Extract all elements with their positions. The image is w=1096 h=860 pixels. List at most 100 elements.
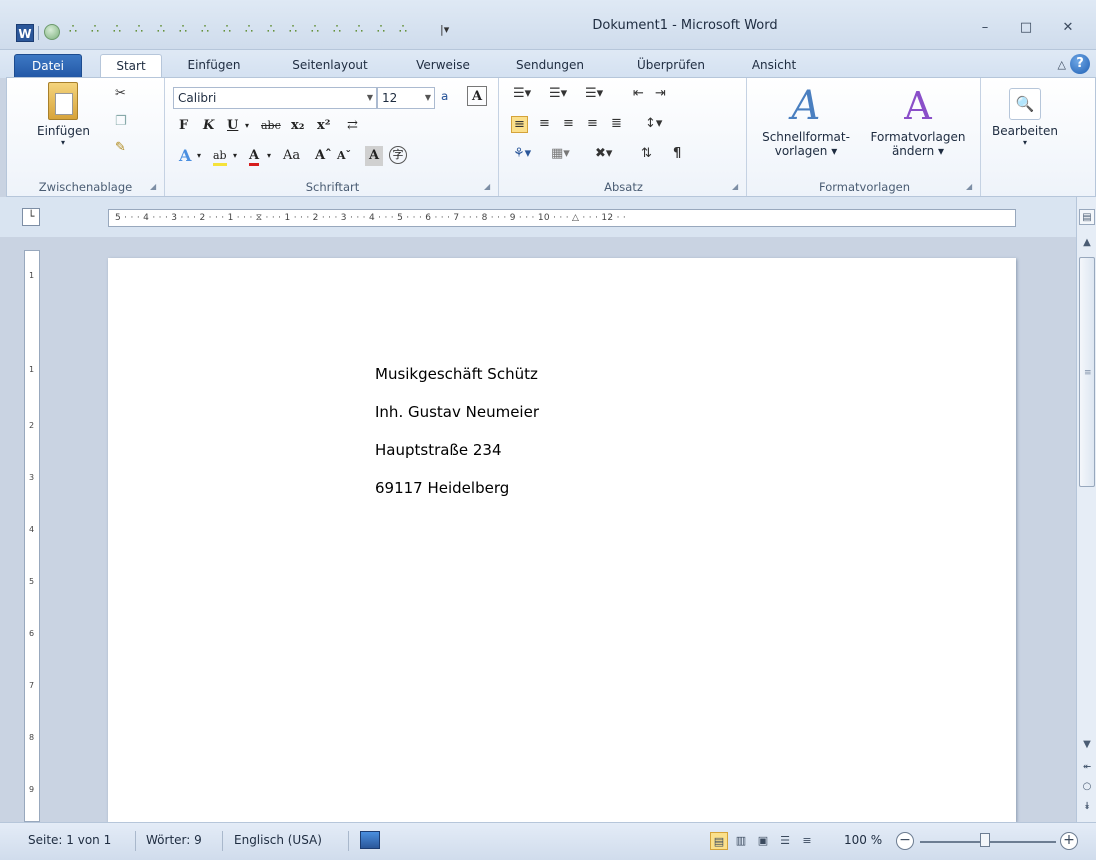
- line-spacing-icon[interactable]: ↕▾: [645, 116, 662, 131]
- superscript-button[interactable]: x²: [317, 116, 330, 136]
- tab-start[interactable]: Start: [100, 54, 162, 78]
- qat-tree-icon[interactable]: ∴: [394, 20, 412, 40]
- maximize-button[interactable]: □: [1014, 18, 1038, 38]
- zoom-slider-thumb[interactable]: [980, 833, 990, 847]
- align-right-icon[interactable]: ≡: [563, 116, 574, 131]
- chevron-down-icon[interactable]: ▾: [245, 116, 249, 136]
- qat-tree-icon[interactable]: ∴: [306, 20, 324, 40]
- vertical-scrollbar[interactable]: ▤ ▲ ≡ ▼ ⯬ ○ ⯯: [1076, 197, 1096, 822]
- full-screen-reading-icon[interactable]: ▥: [732, 832, 750, 850]
- strikethrough-button[interactable]: abc: [261, 116, 281, 136]
- next-page-icon[interactable]: ⯯: [1079, 799, 1095, 815]
- dialog-launcher-icon[interactable]: ◢: [484, 182, 494, 192]
- address-line[interactable]: Hauptstraße 234: [375, 441, 502, 459]
- ribbon-minimize-icon[interactable]: △: [1058, 58, 1066, 71]
- web-layout-icon[interactable]: ▣: [754, 832, 772, 850]
- print-layout-icon[interactable]: ▤: [710, 832, 728, 850]
- cut-icon[interactable]: ✂: [115, 86, 126, 101]
- font-name-dropdown[interactable]: Calibri ▼: [173, 87, 377, 109]
- scroll-thumb[interactable]: ≡: [1079, 257, 1095, 487]
- clear-format-icon[interactable]: A: [467, 86, 487, 106]
- show-formatting-icon[interactable]: ¶: [673, 146, 681, 161]
- draft-icon[interactable]: ≡: [798, 832, 816, 850]
- highlight-icon[interactable]: ab: [213, 146, 227, 166]
- chevron-down-icon[interactable]: ▾: [197, 146, 201, 166]
- qat-tree-icon[interactable]: ∴: [240, 20, 258, 40]
- qat-save-icon[interactable]: [44, 24, 60, 40]
- address-line[interactable]: Inh. Gustav Neumeier: [375, 403, 539, 421]
- bold-button[interactable]: F: [179, 116, 188, 136]
- browse-object-icon[interactable]: ○: [1079, 779, 1095, 795]
- document-page[interactable]: Musikgeschäft Schütz Inh. Gustav Neumeie…: [108, 258, 1016, 822]
- dialog-launcher-icon[interactable]: ◢: [150, 182, 160, 192]
- dialog-launcher-icon[interactable]: ◢: [732, 182, 742, 192]
- asian-layout-icon[interactable]: ✖▾: [595, 146, 612, 161]
- enclose-characters-icon[interactable]: 字: [389, 146, 407, 164]
- help-icon[interactable]: ?: [1070, 54, 1090, 74]
- borders-icon[interactable]: ▦▾: [551, 146, 570, 161]
- tab-insert[interactable]: Einfügen: [178, 54, 250, 78]
- format-painter-icon[interactable]: ✎: [115, 140, 126, 155]
- outline-icon[interactable]: ☰: [776, 832, 794, 850]
- numbering-icon[interactable]: ☰▾: [549, 86, 567, 101]
- tab-references[interactable]: Verweise: [404, 54, 482, 78]
- tab-selector[interactable]: └: [22, 208, 40, 226]
- decrease-indent-icon[interactable]: ⇤: [633, 86, 644, 101]
- qat-tree-icon[interactable]: ∴: [152, 20, 170, 40]
- copy-icon[interactable]: ❐: [115, 114, 127, 129]
- distribute-icon[interactable]: ≣: [611, 116, 622, 131]
- qat-tree-icon[interactable]: ∴: [328, 20, 346, 40]
- scroll-up-icon[interactable]: ▲: [1079, 235, 1095, 251]
- font-size-dropdown[interactable]: 12 ▼: [377, 87, 435, 109]
- text-effects-icon[interactable]: A: [179, 146, 191, 166]
- bullets-icon[interactable]: ☰▾: [513, 86, 531, 101]
- zoom-level[interactable]: 100 %: [844, 833, 882, 847]
- change-case-icon[interactable]: ⇄: [347, 116, 358, 136]
- qat-customize-dropdown[interactable]: |▾: [440, 20, 456, 40]
- increase-indent-icon[interactable]: ⇥: [655, 86, 666, 101]
- page-count-status[interactable]: Seite: 1 von 1: [28, 833, 111, 847]
- vertical-ruler[interactable]: 1 1 2 3 4 5 6 7 8 9: [24, 250, 40, 822]
- qat-tree-icon[interactable]: ∴: [196, 20, 214, 40]
- qat-tree-icon[interactable]: ∴: [350, 20, 368, 40]
- align-center-icon[interactable]: ≡: [539, 116, 550, 131]
- tab-mailings[interactable]: Sendungen: [504, 54, 596, 78]
- change-styles-button[interactable]: A Formatvorlagen ändern ▾: [861, 82, 975, 158]
- previous-page-icon[interactable]: ⯬: [1079, 759, 1095, 775]
- zoom-out-icon[interactable]: −: [896, 832, 914, 850]
- sort-icon[interactable]: ⇅: [641, 146, 652, 161]
- quick-styles-button[interactable]: A Schnellformat- vorlagen ▾: [753, 82, 859, 158]
- underline-button[interactable]: U: [227, 116, 238, 136]
- word-app-icon[interactable]: W: [16, 24, 34, 42]
- address-line[interactable]: Musikgeschäft Schütz: [375, 365, 538, 383]
- qat-tree-icon[interactable]: ∴: [174, 20, 192, 40]
- italic-button[interactable]: K: [203, 116, 214, 136]
- word-count-status[interactable]: Wörter: 9: [146, 833, 202, 847]
- dialog-launcher-icon[interactable]: ◢: [966, 182, 976, 192]
- qat-tree-icon[interactable]: ∴: [64, 20, 82, 40]
- qat-tree-icon[interactable]: ∴: [130, 20, 148, 40]
- ruler-toggle-icon[interactable]: ▤: [1079, 209, 1095, 225]
- spelling-icon[interactable]: 𝖺: [441, 86, 448, 106]
- shading-icon[interactable]: ⚘▾: [513, 146, 531, 161]
- justify-icon[interactable]: ≡: [587, 116, 598, 131]
- multilevel-list-icon[interactable]: ☰▾: [585, 86, 603, 101]
- chevron-down-icon[interactable]: ▾: [233, 146, 237, 166]
- chevron-down-icon[interactable]: ▾: [267, 146, 271, 166]
- tab-file[interactable]: Datei: [14, 54, 82, 78]
- grow-font-icon[interactable]: Aˆ: [315, 146, 332, 166]
- scroll-down-icon[interactable]: ▼: [1079, 737, 1095, 753]
- subscript-button[interactable]: x₂: [291, 116, 304, 136]
- paste-button[interactable]: Einfügen ▾: [37, 82, 90, 147]
- qat-tree-icon[interactable]: ∴: [372, 20, 390, 40]
- qat-tree-icon[interactable]: ∴: [284, 20, 302, 40]
- horizontal-ruler[interactable]: 5 · · · 4 · · · 3 · · · 2 · · · 1 · · · …: [108, 209, 1016, 227]
- macro-record-icon[interactable]: [360, 831, 380, 849]
- tab-view[interactable]: Ansicht: [738, 54, 810, 78]
- tab-page-layout[interactable]: Seitenlayout: [276, 54, 384, 78]
- editing-button[interactable]: 🔍 Bearbeiten ▾: [987, 82, 1063, 147]
- minimize-button[interactable]: –: [973, 18, 997, 38]
- shrink-font-icon[interactable]: Aˇ: [337, 146, 351, 166]
- character-shading-icon[interactable]: A: [365, 146, 383, 166]
- language-status[interactable]: Englisch (USA): [234, 833, 322, 847]
